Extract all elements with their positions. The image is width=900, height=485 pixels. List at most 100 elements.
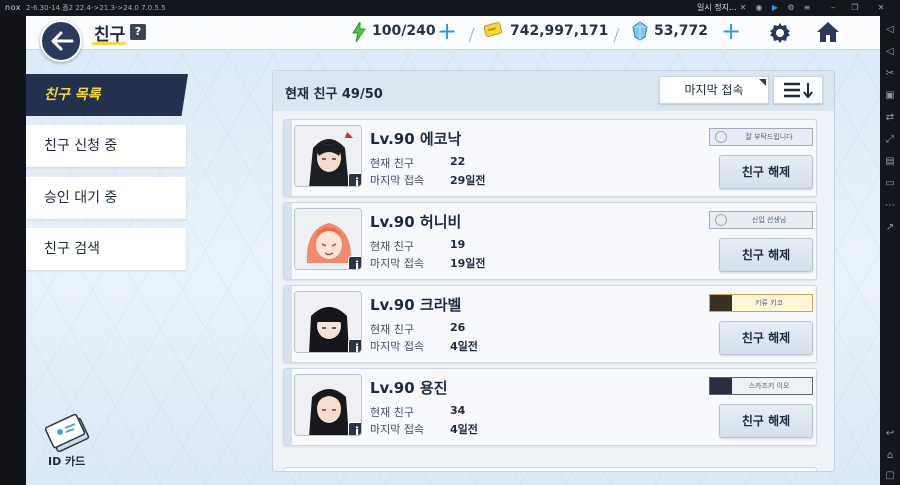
unfriend-button[interactable]: 친구 해제 bbox=[719, 155, 813, 189]
emulator-version-text: 2-6.30-14.폴2 22.4->21.3->24.0 7.0.5.5 bbox=[26, 4, 166, 12]
home-icon[interactable]: ⌂ bbox=[884, 450, 896, 462]
expand-icon[interactable]: ↗ bbox=[884, 222, 896, 234]
emulator-title-bar: nox 2-6.30-14.폴2 22.4->21.3->24.0 7.0.5.… bbox=[0, 0, 900, 16]
info-icon[interactable]: i bbox=[348, 339, 361, 352]
menu-item-friend-search[interactable]: 친구 검색 bbox=[26, 228, 186, 270]
avatar[interactable]: i bbox=[294, 291, 362, 353]
gear-icon[interactable] bbox=[768, 21, 792, 45]
sort-order-button[interactable] bbox=[773, 76, 823, 104]
current-friends-label: 현재 친구 bbox=[370, 323, 414, 336]
screen-icon[interactable]: ▭ bbox=[884, 178, 896, 190]
friend-motto: 키류 키코 bbox=[709, 294, 813, 312]
sort-dropdown[interactable]: 마지막 접속 bbox=[659, 76, 769, 104]
last-login-label: 마지막 접속 bbox=[370, 174, 425, 187]
emulator-window: nox 2-6.30-14.폴2 22.4->21.3->24.0 7.0.5.… bbox=[0, 0, 900, 485]
current-friends-label: 현재 친구 bbox=[370, 406, 414, 419]
more-icon[interactable]: ⋯ bbox=[884, 200, 896, 212]
avatar[interactable]: i bbox=[294, 208, 362, 270]
friend-card: i Lv.90 크라벨 현재 친구 26 마지막 접속 4일전 키류 키코 친구… bbox=[283, 285, 817, 363]
avatar[interactable]: i bbox=[294, 125, 362, 187]
unfriend-button[interactable]: 친구 해제 bbox=[719, 404, 813, 438]
credit-icon bbox=[484, 22, 503, 37]
title-underline bbox=[92, 42, 126, 45]
sort-order-icon bbox=[784, 82, 813, 99]
avatar[interactable]: i bbox=[294, 374, 362, 436]
credit-value: 742,997,171 bbox=[510, 23, 609, 39]
emblem-icon bbox=[715, 214, 727, 226]
current-friends-value: 26 bbox=[450, 321, 466, 334]
friend-motto: 스카즈키 이오 bbox=[709, 377, 813, 395]
current-friends-label: 현재 친구 bbox=[370, 240, 414, 253]
info-icon[interactable]: i bbox=[348, 422, 361, 435]
friend-name: Lv.90 용진 bbox=[370, 379, 448, 397]
emulator-pause-text[interactable]: 일시 정지... bbox=[697, 2, 737, 13]
motto-text: 키류 키코 bbox=[755, 299, 783, 307]
friend-motto: 잘 부탁드립니다 bbox=[709, 128, 813, 146]
last-login-label: 마지막 접속 bbox=[370, 423, 425, 436]
divider bbox=[468, 28, 475, 42]
last-login-label: 마지막 접속 bbox=[370, 257, 425, 270]
arrow-left-icon bbox=[51, 31, 74, 51]
close-icon[interactable]: ✕ bbox=[876, 3, 886, 13]
home-icon[interactable] bbox=[815, 20, 841, 44]
info-icon[interactable]: i bbox=[348, 173, 361, 186]
help-icon[interactable]: ? bbox=[130, 24, 146, 40]
minimize-icon[interactable]: – bbox=[828, 3, 838, 13]
friend-card: i Lv.90 허니비 현재 친구 19 마지막 접속 19일전 신입 선생님 … bbox=[283, 202, 817, 280]
last-login-value: 4일전 bbox=[450, 340, 478, 353]
stamina-icon bbox=[352, 22, 366, 42]
toolbox-icon[interactable]: ▤ bbox=[884, 156, 896, 168]
unfriend-button[interactable]: 친구 해제 bbox=[719, 321, 813, 355]
current-friends-value: 22 bbox=[450, 155, 466, 168]
volume-down-icon[interactable]: ◁ bbox=[884, 46, 896, 58]
current-friends-value: 34 bbox=[450, 404, 466, 417]
record-icon[interactable]: ◉ bbox=[754, 3, 764, 13]
gem-icon bbox=[632, 21, 648, 41]
emulator-side-toolbar: ◁ ◁ ✂ ▣ ⇄ ⤢ ▤ ▭ ⋯ ↗ ↩ ⌂ ▢ bbox=[880, 16, 900, 485]
friend-count: 현재 친구 49/50 bbox=[285, 87, 383, 102]
fullscreen-icon[interactable]: ⤢ bbox=[884, 134, 896, 146]
emulator-logo: nox bbox=[5, 3, 21, 12]
menu-item-sent-requests[interactable]: 친구 신청 중 bbox=[26, 125, 186, 167]
panel-header: 현재 친구 49/50 마지막 접속 bbox=[273, 71, 834, 111]
friend-name: Lv.90 허니비 bbox=[370, 213, 462, 231]
recent-icon[interactable]: ▢ bbox=[884, 470, 896, 482]
friend-card: i Lv.90 용진 현재 친구 34 마지막 접속 4일전 스카즈키 이오 친… bbox=[283, 368, 817, 446]
back-icon[interactable]: ↩ bbox=[884, 428, 896, 440]
screenshot-icon[interactable]: ✂ bbox=[884, 68, 896, 80]
volume-up-icon[interactable]: ◁ bbox=[884, 24, 896, 36]
motto-text: 잘 부탁드립니다 bbox=[745, 133, 793, 141]
swap-icon[interactable]: ⇄ bbox=[884, 112, 896, 124]
restore-icon[interactable]: ❐ bbox=[850, 3, 860, 13]
friend-card: i Lv.90 에코낙 현재 친구 22 마지막 접속 29일전 잘 부탁드립니… bbox=[283, 119, 817, 197]
emblem-icon bbox=[715, 131, 727, 143]
back-button[interactable] bbox=[40, 20, 82, 62]
gem-value: 53,772 bbox=[654, 23, 709, 39]
friend-name: Lv.90 에코낙 bbox=[370, 130, 462, 148]
id-card-label[interactable]: ID 카드 bbox=[48, 453, 85, 469]
friend-name: Lv.90 크라벨 bbox=[370, 296, 462, 314]
last-login-label: 마지막 접속 bbox=[370, 340, 425, 353]
last-login-value: 19일전 bbox=[450, 257, 486, 270]
last-login-value: 4일전 bbox=[450, 423, 478, 436]
menu-item-friend-list[interactable]: 친구 목록 bbox=[26, 74, 188, 116]
friend-list-panel: 현재 친구 49/50 마지막 접속 i Lv.90 에코낙 현재 친구 22 … bbox=[272, 70, 835, 472]
current-friends-value: 19 bbox=[450, 238, 466, 251]
info-icon[interactable]: i bbox=[348, 256, 361, 269]
friend-card-partial bbox=[283, 467, 817, 471]
stamina-plus-button[interactable]: + bbox=[436, 19, 458, 43]
game-screen: 친구 ? 100/240 + 742,997,171 53,772 + 친구 목… bbox=[26, 16, 880, 485]
menu-item-pending-approval[interactable]: 승인 대기 중 bbox=[26, 177, 186, 219]
id-card-icon[interactable] bbox=[44, 414, 96, 452]
gem-plus-button[interactable]: + bbox=[720, 19, 742, 43]
motto-text: 스카즈키 이오 bbox=[748, 382, 790, 390]
pin-icon[interactable]: ✕ bbox=[738, 3, 748, 13]
menu-icon[interactable]: ≡ bbox=[802, 3, 812, 13]
unfriend-button[interactable]: 친구 해제 bbox=[719, 238, 813, 272]
current-friends-label: 현재 친구 bbox=[370, 157, 414, 170]
last-login-value: 29일전 bbox=[450, 174, 486, 187]
record-icon[interactable]: ▣ bbox=[884, 90, 896, 102]
settings-icon[interactable]: ⚙ bbox=[786, 3, 796, 13]
play-icon[interactable]: ▶ bbox=[770, 3, 780, 13]
stamina-value: 100/240 bbox=[372, 23, 436, 39]
